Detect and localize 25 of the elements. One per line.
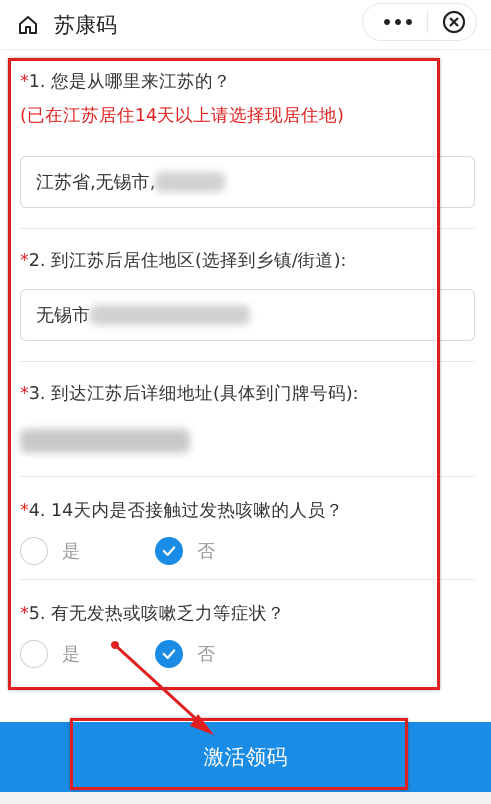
question-label: 5. 有无发热或咳嗽乏力等症状？ xyxy=(28,604,286,624)
option-label: 是 xyxy=(62,643,80,666)
required-mark: * xyxy=(20,604,29,624)
radio-button[interactable] xyxy=(20,537,48,565)
question-hint: (已在江苏居住14天以上请选择现居住地) xyxy=(20,105,345,128)
more-icon[interactable] xyxy=(383,18,413,26)
required-mark: * xyxy=(20,72,29,92)
option-label: 是 xyxy=(62,540,80,563)
close-icon[interactable] xyxy=(442,10,466,34)
radio-button[interactable] xyxy=(155,640,183,668)
radio-button[interactable] xyxy=(20,640,48,668)
required-mark: * xyxy=(20,501,29,521)
select-field[interactable]: 无锡市 xyxy=(20,289,475,341)
select-field[interactable]: 江苏省,无锡市, xyxy=(20,156,475,208)
option-label: 否 xyxy=(197,540,215,563)
radio-button[interactable] xyxy=(155,537,183,565)
question-label: 3. 到达江苏后详细地址(具体到门牌号码): xyxy=(28,384,359,404)
option-label: 否 xyxy=(197,643,215,666)
question-label: 1. 您是从哪里来江苏的？ xyxy=(28,72,232,92)
required-mark: * xyxy=(20,384,29,404)
page-title: 苏康码 xyxy=(54,12,118,38)
question-label: 2. 到江苏后居住地区(选择到乡镇/街道): xyxy=(28,251,346,271)
question-label: 4. 14天内是否接触过发热咳嗽的人员？ xyxy=(28,501,344,521)
home-icon[interactable] xyxy=(18,14,38,34)
required-mark: * xyxy=(20,251,29,271)
